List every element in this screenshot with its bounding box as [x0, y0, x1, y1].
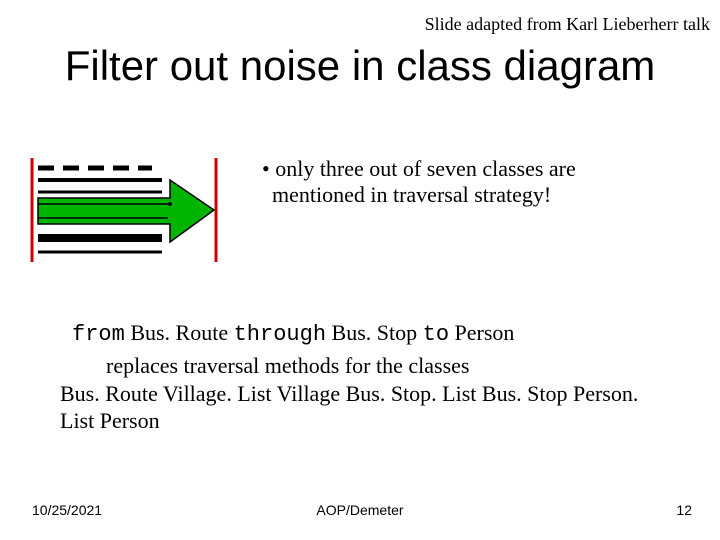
filter-arrow-icon	[20, 150, 220, 270]
bullet-item: only three out of seven classes are ment…	[250, 156, 670, 209]
explanation-text: replaces traversal methods for the class…	[60, 352, 660, 435]
slide-title: Filter out noise in class diagram	[0, 42, 720, 90]
traversal-strategy: from Bus. Route through Bus. Stop to Per…	[72, 320, 514, 347]
footer-page-number: 12	[676, 502, 692, 518]
explanation-line-2: Bus. Route Village. List Village Bus. St…	[60, 380, 660, 435]
keyword-to: to	[423, 322, 449, 347]
class-busroute: Bus. Route	[125, 320, 234, 345]
slide: Slide adapted from Karl Lieberherr talk …	[0, 0, 720, 540]
keyword-from: from	[72, 322, 125, 347]
filter-arrow-figure	[20, 150, 220, 270]
bullet-list: only three out of seven classes are ment…	[250, 156, 670, 209]
class-busstop: Bus. Stop	[326, 320, 423, 345]
footer-center: AOP/Demeter	[0, 502, 720, 518]
slide-footer: 10/25/2021 AOP/Demeter 12	[0, 498, 720, 518]
keyword-through: through	[234, 322, 326, 347]
explanation-line-1: replaces traversal methods for the class…	[60, 352, 660, 380]
class-person: Person	[449, 320, 514, 345]
attribution-text: Slide adapted from Karl Lieberherr talk	[425, 14, 710, 35]
